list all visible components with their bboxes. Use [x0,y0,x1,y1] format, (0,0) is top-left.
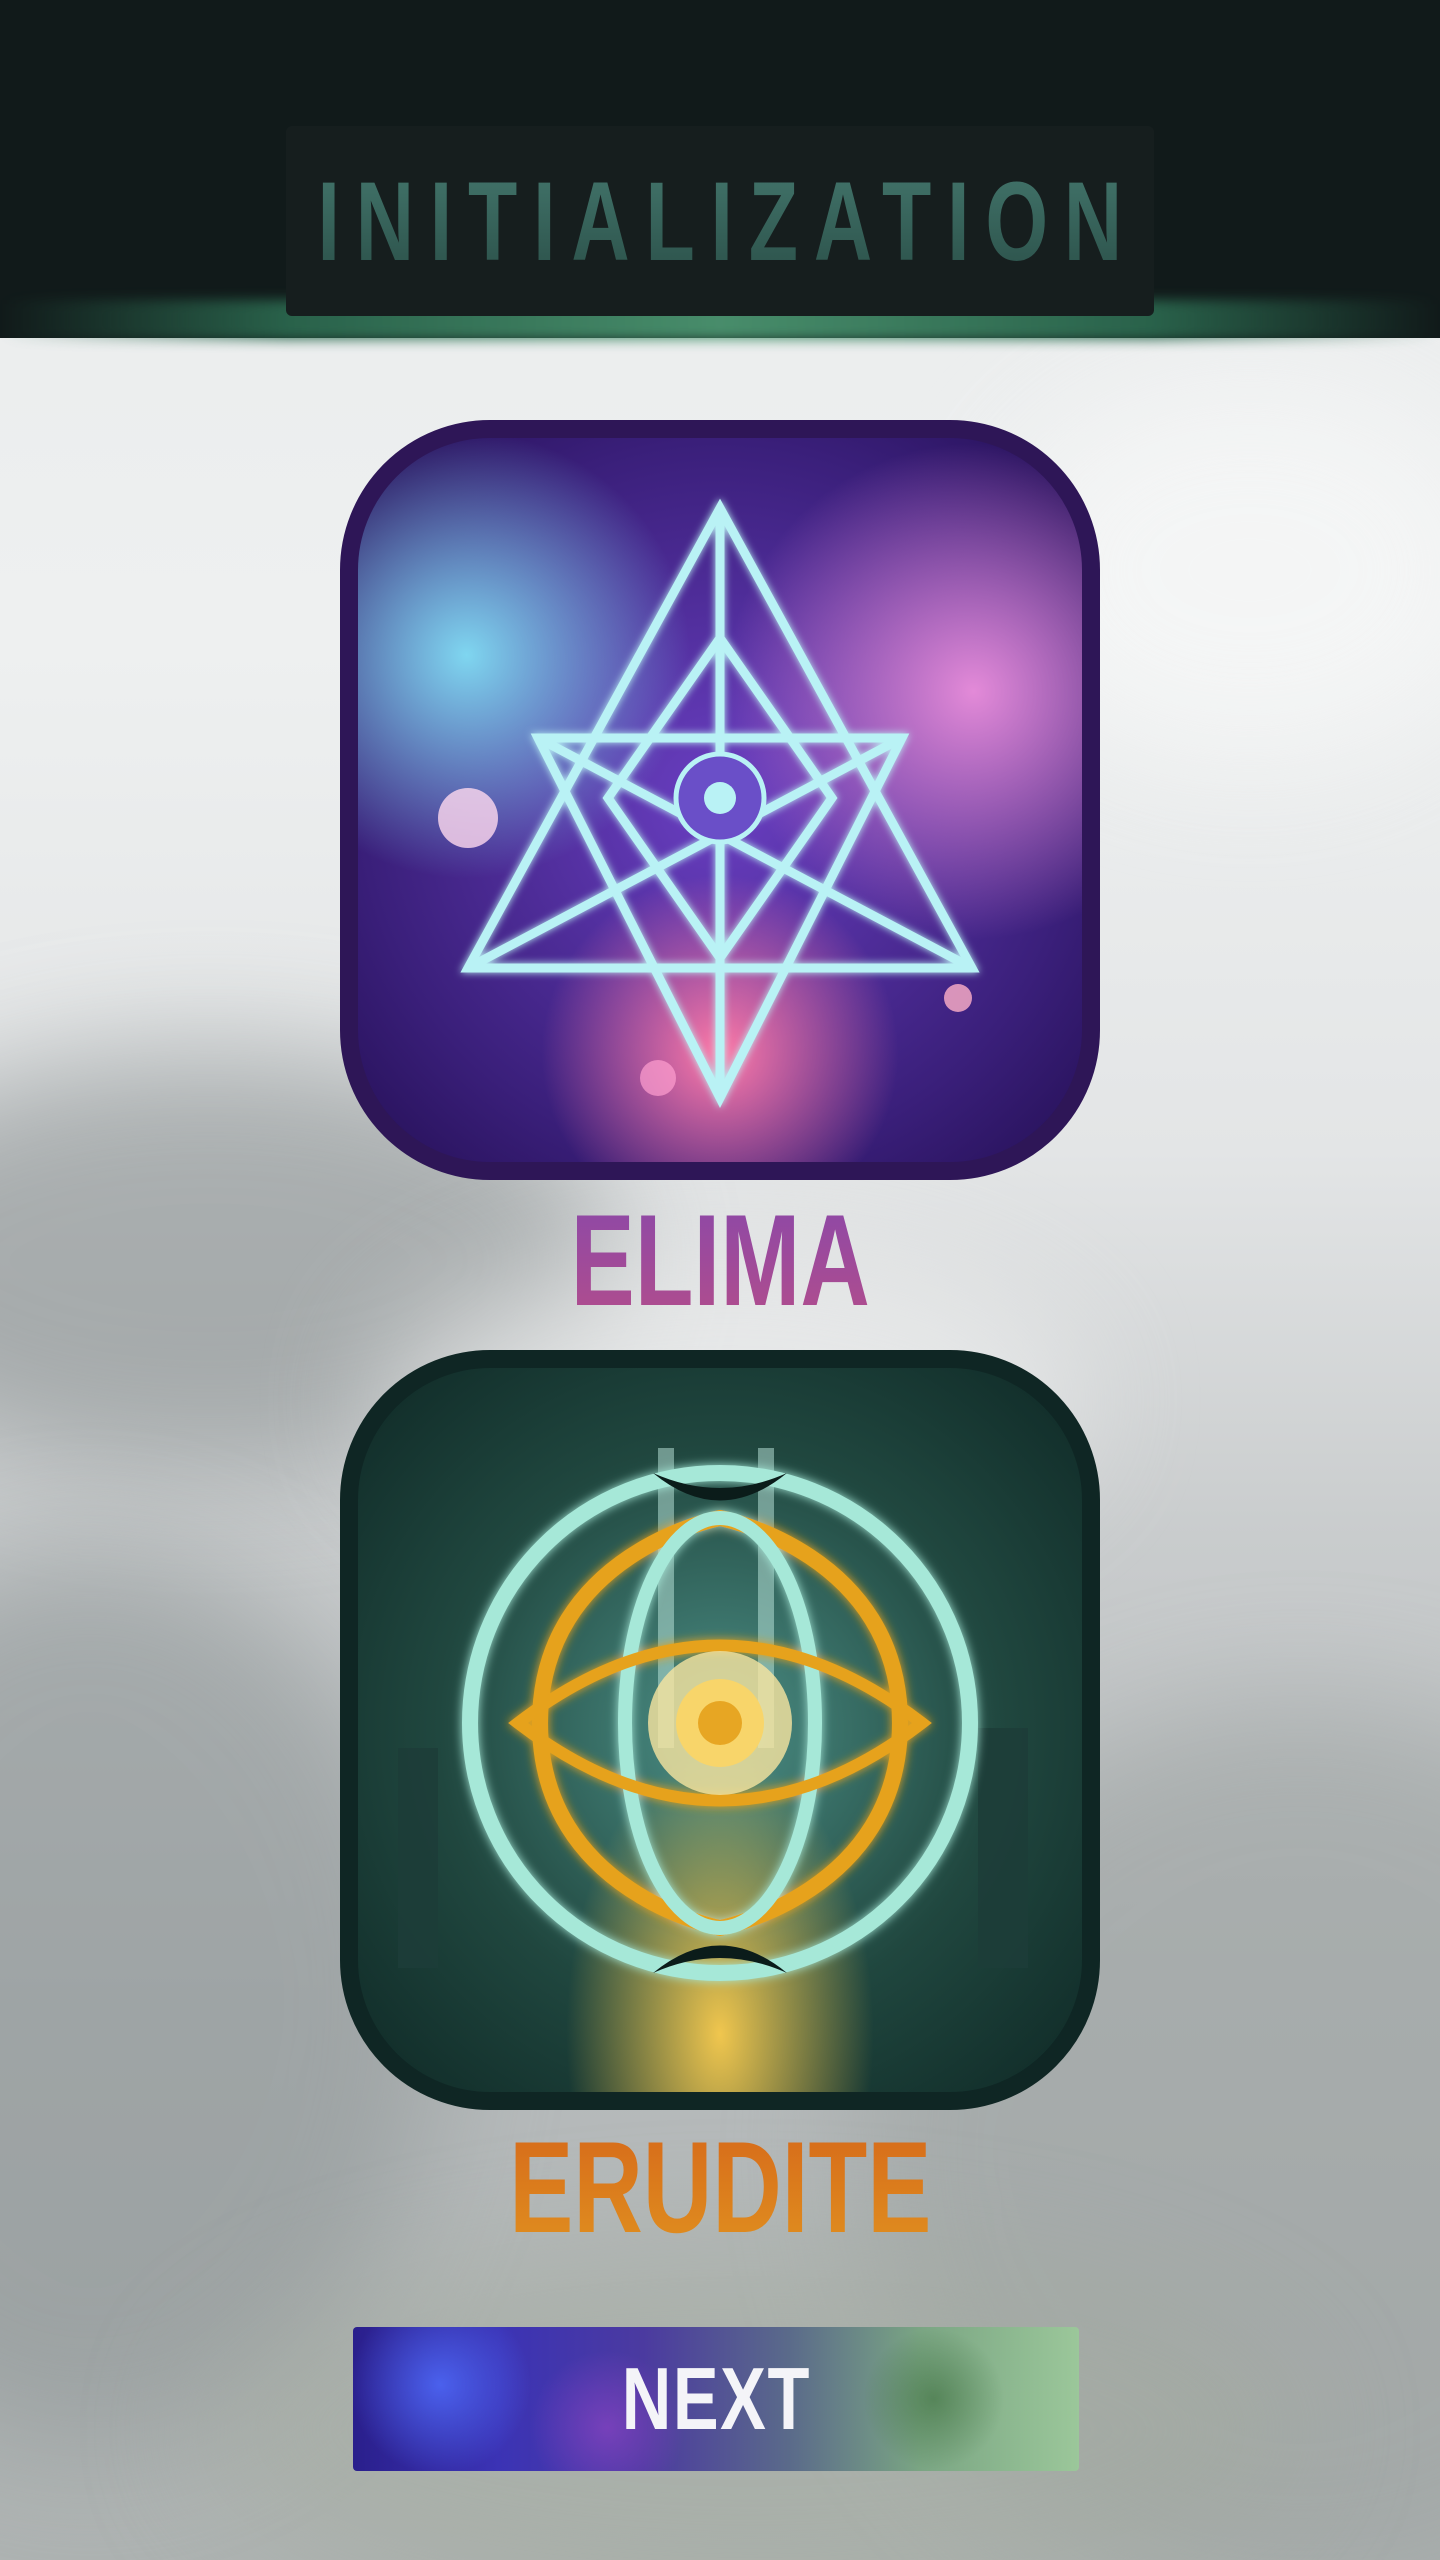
faction-name-elima[interactable]: ELIMA [340,1195,1100,1325]
faction-card-elima[interactable] [340,420,1100,1180]
next-button[interactable]: NEXT [353,2327,1079,2471]
eye-rings-emblem-icon [398,1448,1028,1981]
triangle-star-emblem-icon [438,498,980,1108]
title-panel: INITIALIZATION [286,126,1154,316]
faction-name-erudite[interactable]: ERUDITE [340,2122,1100,2252]
header-bar: INITIALIZATION [0,0,1440,340]
next-button-label: NEXT [621,2349,811,2448]
faction-label: ELIMA [570,1187,870,1333]
faction-label: ERUDITE [508,2114,932,2260]
faction-card-erudite[interactable] [340,1350,1100,2110]
page-title: INITIALIZATION [302,157,1138,286]
